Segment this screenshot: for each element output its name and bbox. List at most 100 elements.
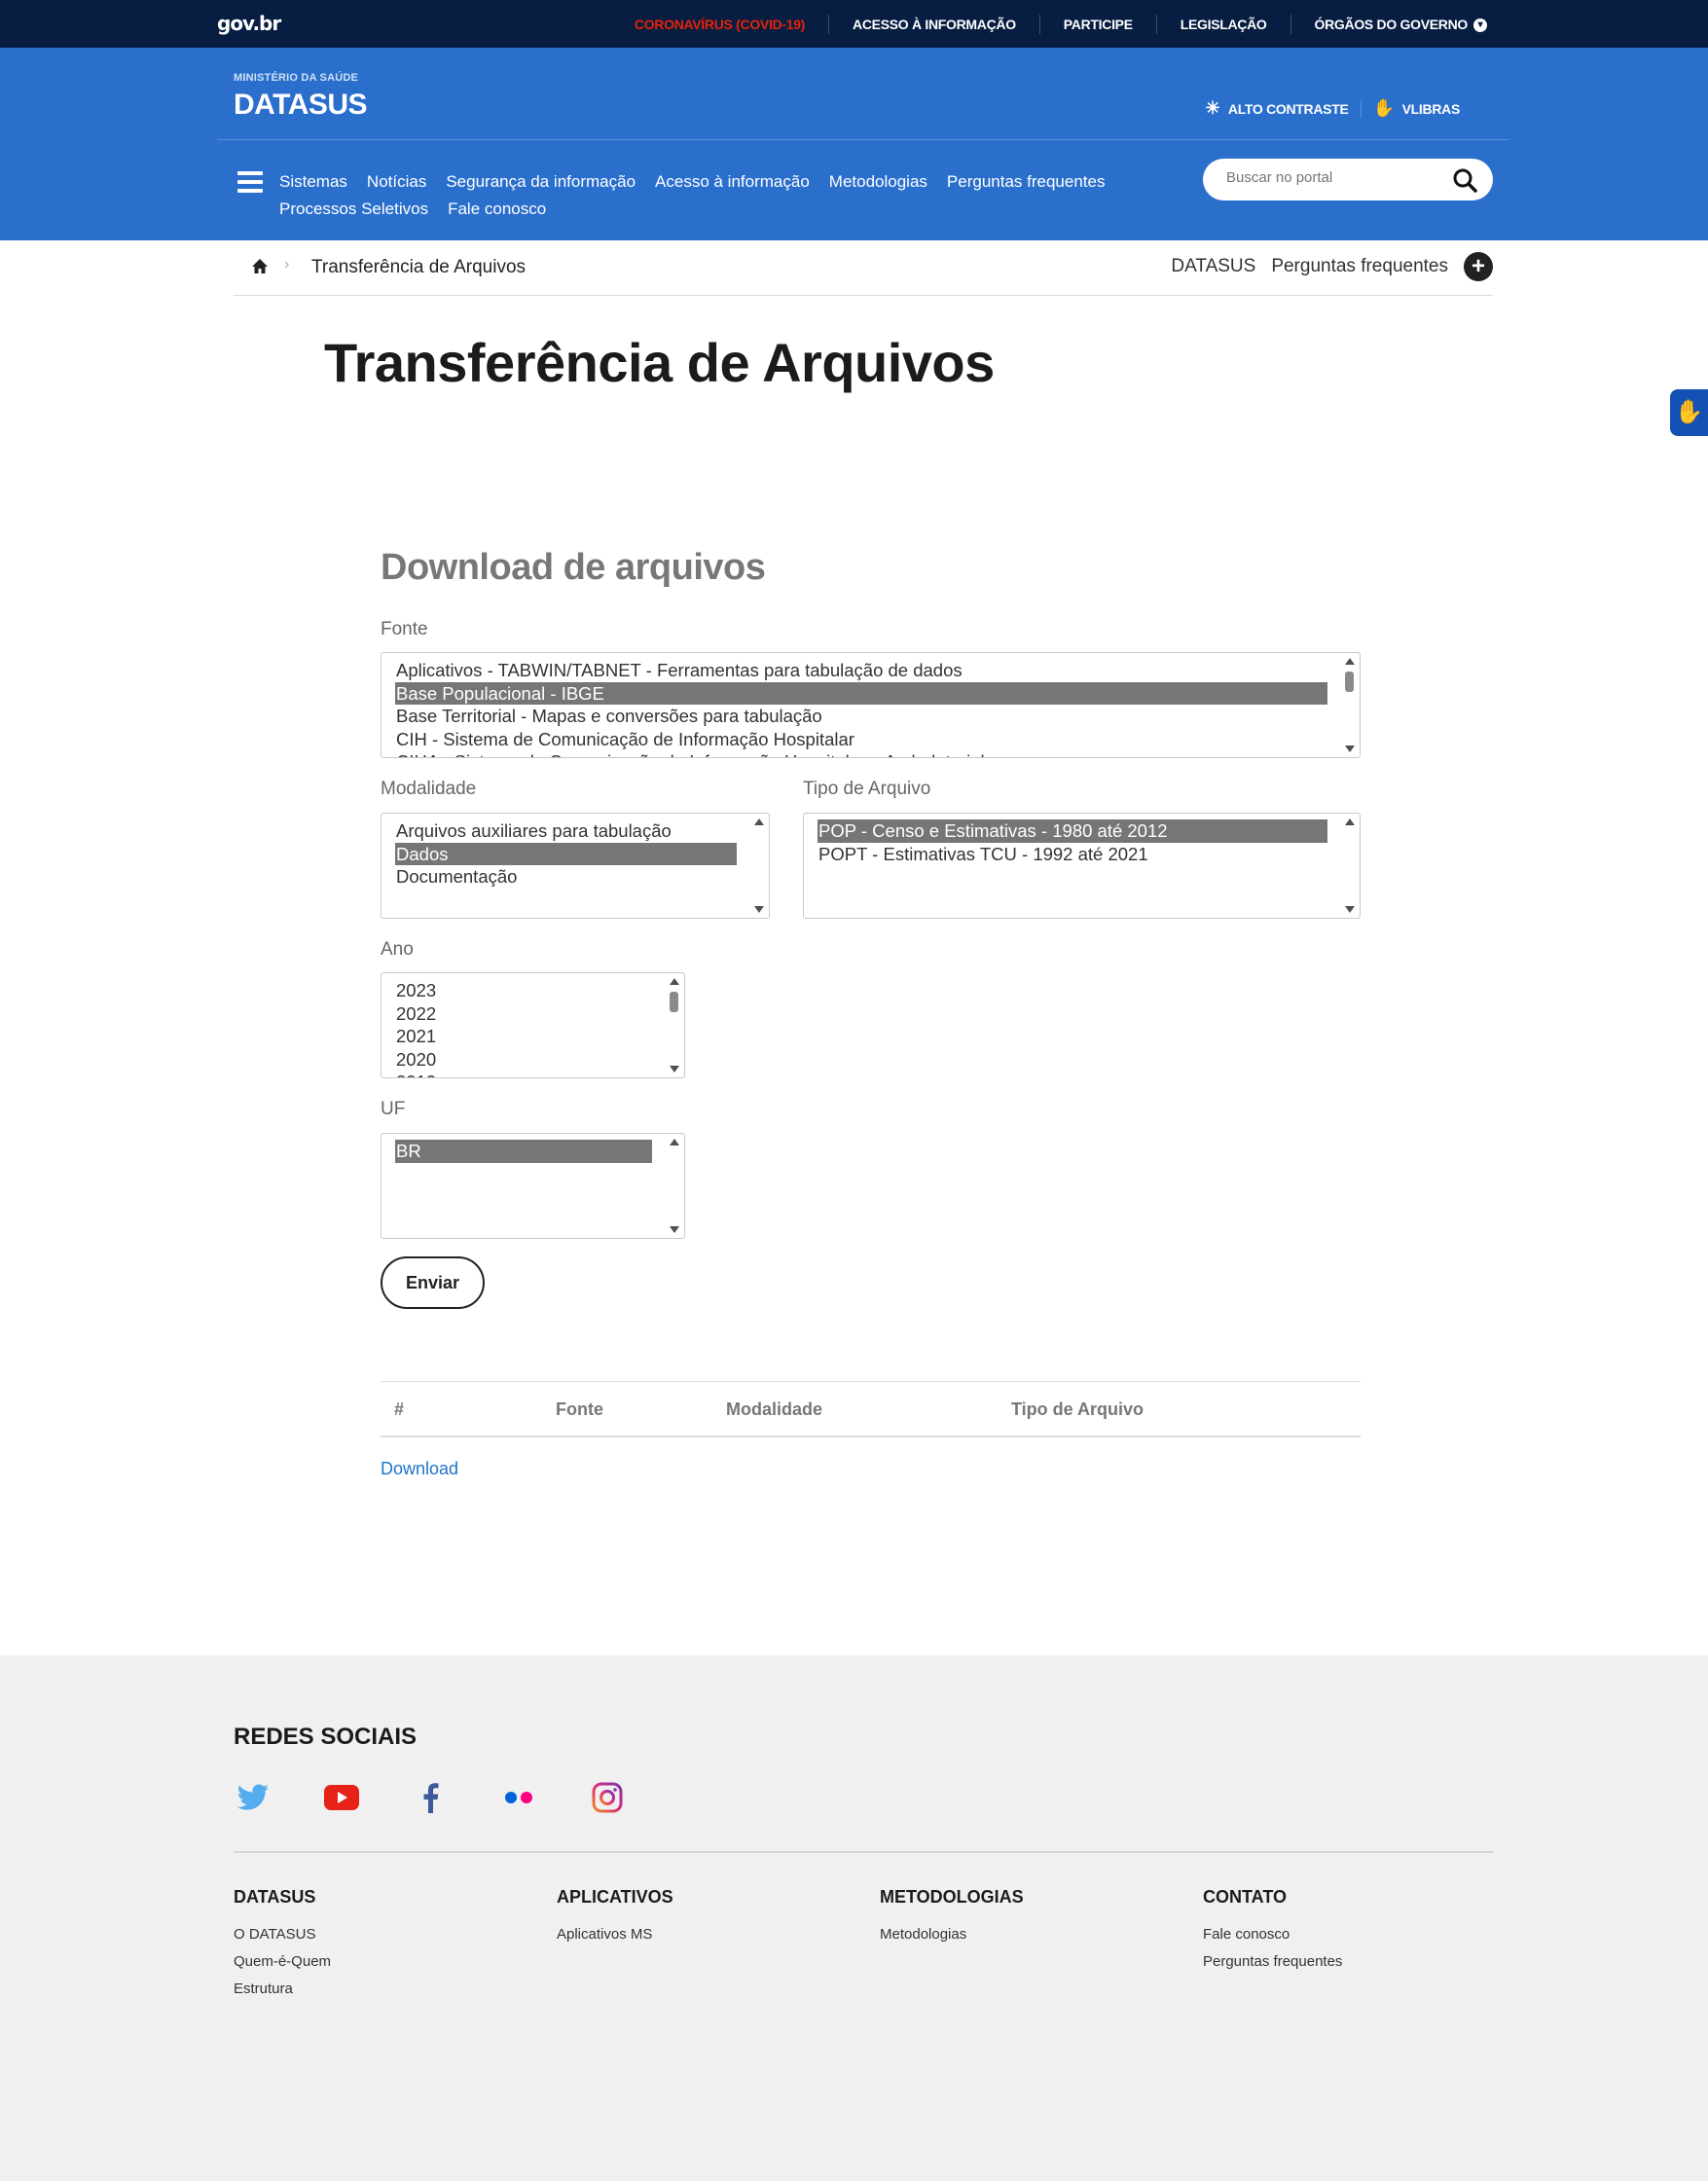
fonte-listbox[interactable]: Aplicativos - TABWIN/TABNET - Ferramenta… (381, 652, 1361, 758)
site-brand[interactable]: DATASUS (234, 89, 368, 122)
header-tools: ☀ ALTO CONTRASTE ✋ VLIBRAS (1193, 98, 1472, 119)
govbr-logo[interactable]: gov.br (217, 12, 281, 35)
vlibras-widget-icon[interactable]: ✋ (1670, 389, 1708, 436)
footer-link-o-datasus[interactable]: O DATASUS (234, 1921, 331, 1948)
footer-link-aplicativos-ms[interactable]: Aplicativos MS (557, 1921, 673, 1948)
main-nav: Sistemas Notícias Segurança da informação A… (279, 168, 1155, 223)
nav-acesso[interactable]: Acesso à informação (655, 168, 810, 196)
scrollbar[interactable] (663, 973, 684, 1077)
ano-option[interactable]: 2019 (382, 1071, 652, 1077)
tipo-label: Tipo de Arquivo (803, 779, 931, 799)
tipo-option[interactable]: POPT - Estimativas TCU - 1992 até 2021 (804, 843, 1327, 866)
download-link[interactable]: Download (381, 1459, 458, 1479)
footer-col-metodologias: METODOLOGIAS Metodologias (880, 1887, 1024, 1948)
footer-col-title: APLICATIVOS (557, 1887, 673, 1907)
fonte-option[interactable]: CIH - Sistema de Comunicação de Informaç… (382, 728, 1327, 751)
footer-link-perguntas[interactable]: Perguntas frequentes (1203, 1948, 1342, 1976)
modalidade-option[interactable]: Dados (395, 842, 737, 865)
instagram-icon[interactable] (590, 1780, 625, 1815)
scrollbar[interactable] (1338, 653, 1360, 757)
chevron-right-icon: › (284, 256, 290, 273)
ano-option[interactable]: 2023 (382, 979, 652, 1002)
shortcut-datasus[interactable]: DATASUS (1171, 256, 1255, 277)
tipo-listbox[interactable]: POP - Censo e Estimativas - 1980 até 201… (803, 813, 1361, 919)
ano-option[interactable]: 2020 (382, 1048, 652, 1072)
breadcrumb-current: Transferência de Arquivos (311, 257, 527, 277)
govbar-link-acesso[interactable]: ACESSO À INFORMAÇÃO (828, 14, 1039, 34)
footer-col-title: DATASUS (234, 1887, 316, 1907)
gov-bar: gov.br CORONAVÍRUS (COVID-19) ACESSO À I… (0, 0, 1708, 48)
fonte-option[interactable]: Base Populacional - IBGE (395, 681, 1327, 705)
modalidade-option[interactable]: Arquivos auxiliares para tabulação (382, 819, 737, 843)
ano-option[interactable]: 2021 (382, 1025, 652, 1048)
ano-listbox[interactable]: 20232022202120202019 (381, 972, 685, 1078)
footer-link-fale[interactable]: Fale conosco (1203, 1921, 1342, 1948)
ano-option[interactable]: 2022 (382, 1002, 652, 1026)
section-title: Download de arquivos (381, 547, 766, 588)
high-contrast-label: ALTO CONTRASTE (1227, 100, 1349, 117)
footer-col-contato: CONTATO Fale conosco Perguntas frequente… (1203, 1887, 1342, 1976)
col-header-tipo: Tipo de Arquivo (1011, 1399, 1145, 1419)
footer-divider (234, 1851, 1493, 1853)
breadcrumb: › Transferência de Arquivos DATASUS Perg… (234, 240, 1493, 296)
govbar-link-orgaos[interactable]: ÓRGÃOS DO GOVERNO ▾ (1290, 14, 1510, 34)
tipo-option[interactable]: POP - Censo e Estimativas - 1980 até 201… (818, 819, 1327, 843)
scrollbar[interactable] (663, 1134, 684, 1238)
ministry-label: MINISTÉRIO DA SAÚDE (234, 72, 359, 84)
hand-icon: ✋ (1372, 98, 1395, 118)
fonte-option[interactable]: Aplicativos - TABWIN/TABNET - Ferramenta… (382, 659, 1327, 682)
chevron-down-icon: ▾ (1473, 18, 1487, 32)
search-icon[interactable] (1452, 167, 1477, 193)
vlibras-button[interactable]: ✋ VLIBRAS (1362, 98, 1472, 119)
nav-sistemas[interactable]: Sistemas (279, 168, 347, 196)
menu-icon[interactable] (237, 171, 263, 193)
vlibras-label: VLIBRAS (1401, 100, 1461, 117)
footer-col-datasus: DATASUS O DATASUS Quem-é-Quem Estrutura (234, 1887, 331, 2003)
submit-button[interactable]: Enviar (381, 1256, 485, 1309)
modalidade-option[interactable]: Documentação (382, 865, 737, 889)
site-header: MINISTÉRIO DA SAÚDE DATASUS ☀ ALTO CONTR… (0, 48, 1708, 240)
nav-processos[interactable]: Processos Seletivos (279, 196, 428, 223)
search-input[interactable] (1226, 169, 1440, 186)
modalidade-listbox[interactable]: Arquivos auxiliares para tabulação Dados D… (381, 813, 770, 919)
modalidade-label: Modalidade (381, 779, 477, 799)
home-icon[interactable] (251, 258, 269, 275)
fonte-option[interactable]: CIHA - Sistema de Comunicação de Informa… (382, 750, 1327, 757)
nav-metodologias[interactable]: Metodologias (829, 168, 927, 196)
fonte-option[interactable]: Base Territorial - Mapas e conversões pa… (382, 705, 1327, 728)
uf-option[interactable]: BR (395, 1140, 652, 1163)
govbar-link-participe[interactable]: PARTICIPE (1038, 14, 1156, 34)
nav-fale[interactable]: Fale conosco (448, 196, 546, 223)
footer-col-title: METODOLOGIAS (880, 1887, 1024, 1907)
uf-listbox[interactable]: BR (381, 1133, 685, 1239)
govbar-link-covid[interactable]: CORONAVÍRUS (COVID-19) (611, 15, 828, 34)
footer-link-quem[interactable]: Quem-é-Quem (234, 1948, 331, 1976)
scrollbar[interactable] (1338, 814, 1360, 918)
site-footer: REDES SOCIAIS DATASUS O DATASUS Quem-é-Q… (0, 1655, 1708, 2181)
social-title: REDES SOCIAIS (234, 1724, 418, 1750)
footer-link-metodologias[interactable]: Metodologias (880, 1921, 1024, 1948)
fonte-label: Fonte (381, 619, 428, 639)
high-contrast-button[interactable]: ☀ ALTO CONTRASTE (1193, 98, 1360, 119)
plus-icon[interactable]: + (1464, 252, 1493, 281)
nav-noticias[interactable]: Notícias (367, 168, 426, 196)
nav-seguranca[interactable]: Segurança da informação (446, 168, 636, 196)
govbar-link-orgaos-label: ÓRGÃOS DO GOVERNO (1314, 16, 1469, 32)
govbar-link-legislacao[interactable]: LEGISLAÇÃO (1155, 14, 1290, 34)
nav-perguntas[interactable]: Perguntas frequentes (947, 168, 1106, 196)
scrollbar[interactable] (747, 814, 769, 918)
col-header-modalidade: Modalidade (726, 1399, 823, 1419)
flickr-icon[interactable] (501, 1780, 536, 1815)
search-box (1203, 159, 1493, 200)
contrast-icon: ☀ (1205, 98, 1220, 118)
facebook-icon[interactable] (413, 1780, 448, 1815)
results-table-header: # Fonte Modalidade Tipo de Arquivo (381, 1381, 1361, 1437)
social-icons (236, 1780, 678, 1815)
col-header-number: # (394, 1399, 405, 1419)
youtube-icon[interactable] (324, 1780, 359, 1815)
page-title: Transferência de Arquivos (324, 332, 995, 393)
footer-col-title: CONTATO (1203, 1887, 1287, 1907)
twitter-icon[interactable] (236, 1780, 271, 1815)
shortcut-perguntas[interactable]: Perguntas frequentes (1271, 256, 1448, 277)
footer-link-estrutura[interactable]: Estrutura (234, 1976, 331, 2003)
